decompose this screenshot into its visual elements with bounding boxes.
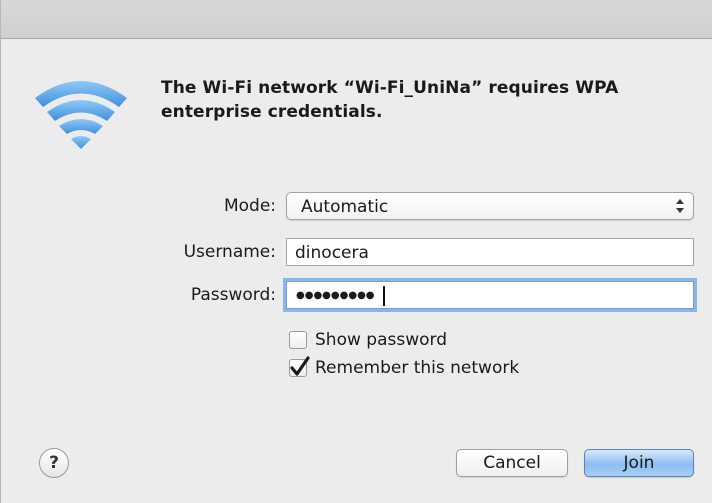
wifi-icon bbox=[35, 81, 127, 149]
password-field[interactable]: ●●●●●●●●● bbox=[286, 281, 694, 309]
show-password-checkbox[interactable] bbox=[289, 331, 307, 349]
username-field[interactable]: dinocera bbox=[286, 238, 694, 266]
mode-select-value: Automatic bbox=[301, 197, 389, 217]
up-down-arrows-icon bbox=[676, 199, 684, 213]
show-password-label: Show password bbox=[315, 330, 447, 350]
join-button[interactable]: Join bbox=[584, 449, 694, 477]
remember-network-checkbox[interactable] bbox=[289, 356, 310, 377]
password-value: ●●●●●●●●● bbox=[296, 290, 375, 301]
text-cursor bbox=[383, 286, 385, 306]
help-button[interactable]: ? bbox=[39, 448, 69, 478]
username-label: Username: bbox=[183, 242, 276, 262]
mode-select[interactable]: Automatic bbox=[286, 192, 694, 220]
username-value: dinocera bbox=[295, 243, 369, 263]
wifi-credentials-dialog: The Wi-Fi network “Wi-Fi_UniNa” requires… bbox=[0, 0, 712, 503]
password-label: Password: bbox=[190, 285, 276, 305]
cancel-button[interactable]: Cancel bbox=[456, 449, 568, 477]
checkmark-icon bbox=[290, 356, 310, 376]
window-titlebar bbox=[1, 0, 712, 39]
remember-network-label: Remember this network bbox=[315, 358, 520, 378]
dialog-message: The Wi-Fi network “Wi-Fi_UniNa” requires… bbox=[161, 78, 619, 122]
mode-label: Mode: bbox=[223, 196, 276, 216]
